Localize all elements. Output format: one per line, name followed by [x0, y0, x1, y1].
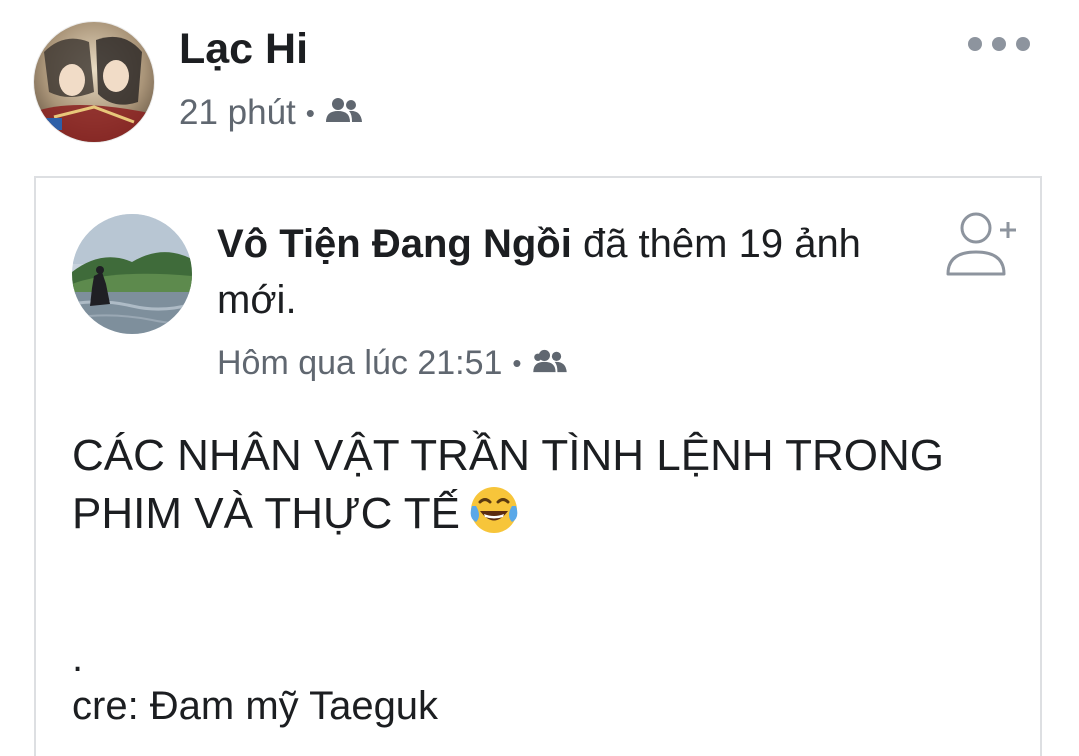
author-name[interactable]: Lạc Hi — [179, 25, 308, 74]
more-options-button[interactable] — [968, 28, 1030, 60]
more-dot — [1016, 37, 1030, 51]
post-header: M Lạc Hi 21 phút • — [0, 0, 1079, 160]
meta-separator: • — [305, 97, 315, 128]
more-dot — [992, 37, 1006, 51]
caption-line-2-text: PHIM VÀ THỰC TẾ — [72, 489, 461, 538]
post-time[interactable]: 21 phút — [179, 93, 296, 133]
shared-author-name[interactable]: Vô Tiện Đang Ngồi — [217, 222, 572, 266]
add-friend-icon[interactable] — [940, 208, 1020, 280]
group-icon[interactable] — [325, 93, 363, 133]
more-dot — [968, 37, 982, 51]
shared-post-meta: Hôm qua lúc 21:51 • — [217, 342, 568, 384]
author-avatar[interactable]: M — [34, 22, 154, 142]
shared-post-card[interactable]: Vô Tiện Đang Ngồi đã thêm 19 ảnh mới. Hô… — [34, 176, 1042, 756]
caption-line-2: PHIM VÀ THỰC TẾ — [72, 484, 1012, 550]
meta-separator: • — [512, 347, 522, 378]
group-icon[interactable] — [532, 344, 568, 383]
caption-line-1: CÁC NHÂN VẬT TRẦN TÌNH LỆNH TRONG — [72, 431, 944, 480]
post-caption: CÁC NHÂN VẬT TRẦN TÌNH LỆNH TRONG PHIM V… — [72, 428, 1012, 550]
shared-headline: Vô Tiện Đang Ngồi đã thêm 19 ảnh mới. — [217, 216, 917, 328]
shared-author-avatar[interactable] — [72, 214, 192, 334]
tears-of-joy-emoji-icon — [468, 484, 520, 550]
post-meta: 21 phút • — [179, 92, 363, 134]
caption-dot: . — [72, 636, 84, 680]
shared-post-time[interactable]: Hôm qua lúc 21:51 — [217, 344, 502, 383]
caption-credit: cre: Đam mỹ Taeguk — [72, 684, 439, 728]
svg-text:M: M — [41, 120, 50, 131]
facebook-post: M Lạc Hi 21 phút • Vô Tiện Đang Ngồi đã … — [0, 0, 1079, 756]
